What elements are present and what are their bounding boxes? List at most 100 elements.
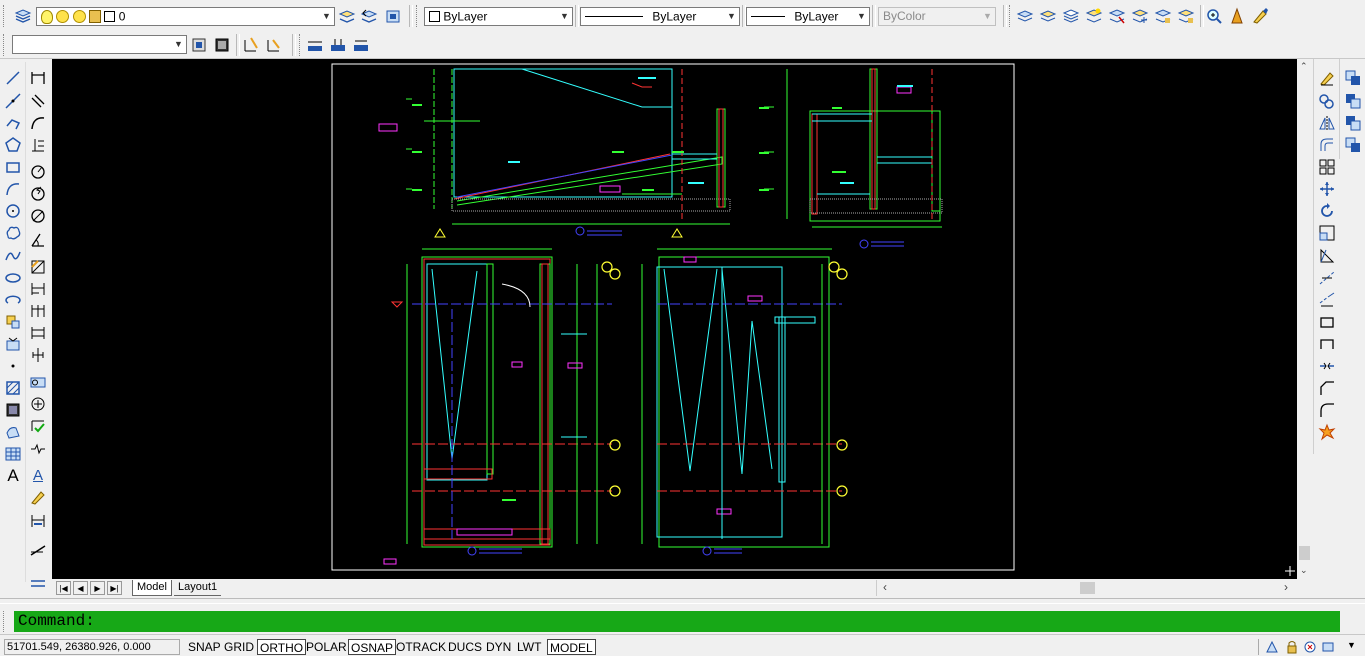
scroll-left-icon[interactable]: ‹: [883, 580, 887, 594]
command-line[interactable]: Command:: [14, 611, 1340, 632]
spline-icon[interactable]: [2, 246, 24, 266]
copy-icon[interactable]: [1316, 91, 1338, 111]
dim-angular-icon[interactable]: [27, 230, 49, 250]
dim-ordinate-icon[interactable]: [27, 135, 49, 155]
mirror-icon[interactable]: [1316, 113, 1338, 133]
layer-off-icon[interactable]: [1108, 7, 1126, 25]
make-block-icon[interactable]: [2, 334, 24, 354]
make-object-layer-current-icon[interactable]: [338, 7, 356, 25]
dyn-toggle[interactable]: DYN: [484, 639, 513, 655]
erase-icon[interactable]: [1316, 68, 1338, 88]
tab-layout1[interactable]: Layout1: [174, 580, 222, 596]
arc-icon[interactable]: [2, 179, 24, 199]
scroll-right-icon[interactable]: ›: [1284, 580, 1288, 594]
last-tab-icon[interactable]: ▶|: [107, 581, 122, 595]
sun-icon[interactable]: [72, 10, 86, 24]
dim-arc-icon[interactable]: [27, 113, 49, 133]
dim-text-edit-icon[interactable]: [27, 487, 49, 507]
lock-icon[interactable]: [89, 10, 102, 24]
layers-icon[interactable]: [14, 7, 32, 25]
stretch-icon[interactable]: [1316, 246, 1338, 266]
hatch-icon[interactable]: [2, 378, 24, 398]
osnap-toggle[interactable]: OSNAP: [348, 639, 397, 655]
point-icon[interactable]: [2, 356, 24, 376]
fillet-icon[interactable]: [1316, 400, 1338, 420]
ellipse-arc-icon[interactable]: [2, 290, 24, 310]
drawing-canvas[interactable]: [52, 59, 1297, 579]
polyline-icon[interactable]: [2, 113, 24, 133]
join-icon[interactable]: [1316, 356, 1338, 376]
bulb-icon[interactable]: [41, 9, 53, 24]
rectangle-icon[interactable]: [2, 157, 24, 177]
dim-edit-icon[interactable]: A: [27, 465, 49, 485]
center-mark-icon[interactable]: [27, 394, 49, 414]
chevron-down-icon[interactable]: ▼: [171, 36, 186, 53]
dim-break-icon[interactable]: [27, 345, 49, 365]
dim-diameter-icon[interactable]: [27, 206, 49, 226]
chevron-down-icon[interactable]: ▼: [557, 8, 572, 25]
dim-override-icon[interactable]: [27, 574, 49, 594]
ortho-toggle[interactable]: ORTHO: [257, 639, 307, 655]
block-editor-icon[interactable]: [190, 36, 208, 54]
zoom-realtime-icon[interactable]: [1205, 7, 1223, 25]
scroll-up-icon[interactable]: ⌃: [1300, 61, 1308, 72]
region-icon[interactable]: [2, 422, 24, 442]
lock-icon[interactable]: [1283, 638, 1301, 656]
tolerance-icon[interactable]: [27, 372, 49, 392]
send-to-back-icon[interactable]: [1342, 91, 1364, 111]
chevron-down-icon[interactable]: ▼: [319, 8, 334, 25]
bring-above-icon[interactable]: [1342, 113, 1364, 133]
dim-continue-icon[interactable]: [27, 301, 49, 321]
scale-icon[interactable]: [1316, 223, 1338, 243]
send-under-icon[interactable]: [1342, 135, 1364, 155]
dim-jogged-icon[interactable]: [27, 184, 49, 204]
ellipse-icon[interactable]: [2, 268, 24, 288]
dim-update-icon[interactable]: [27, 511, 49, 531]
next-tab-icon[interactable]: ▶: [90, 581, 105, 595]
clean-screen-icon[interactable]: [1319, 638, 1337, 656]
chevron-down-icon[interactable]: ▼: [1347, 640, 1356, 650]
model-toggle[interactable]: MODEL: [547, 639, 596, 655]
linetype-dropdown[interactable]: ByLayer ▼: [580, 7, 740, 26]
explode-icon[interactable]: [1316, 422, 1338, 442]
dimension-style-icon[interactable]: [329, 36, 347, 54]
inspection-icon[interactable]: [27, 416, 49, 436]
move-icon[interactable]: [1316, 179, 1338, 199]
ducs-toggle[interactable]: DUCS: [446, 639, 484, 655]
line-icon[interactable]: [2, 68, 24, 88]
layer-state-icon[interactable]: [384, 7, 402, 25]
gradient-icon[interactable]: [2, 400, 24, 420]
horizontal-scrollbar[interactable]: ‹ ›: [876, 580, 1298, 596]
dim-linear-icon[interactable]: [27, 68, 49, 88]
insert-block-icon[interactable]: [2, 312, 24, 332]
vertical-scrollbar[interactable]: ⌃ ⌄: [1297, 59, 1312, 579]
break-at-point-icon[interactable]: [1316, 334, 1338, 354]
prev-tab-icon[interactable]: ◀: [73, 581, 88, 595]
construction-line-icon[interactable]: [2, 91, 24, 111]
trim-icon[interactable]: [1316, 268, 1338, 288]
layer-dropdown[interactable]: 0 ▼: [36, 7, 335, 26]
layer-match-icon[interactable]: [1016, 7, 1034, 25]
command-grip[interactable]: [3, 611, 12, 632]
distance-icon[interactable]: [1228, 7, 1246, 25]
layer-previous-icon[interactable]: [360, 7, 378, 25]
dim-radius-icon[interactable]: [27, 162, 49, 182]
table-icon[interactable]: [2, 444, 24, 464]
revision-cloud-icon[interactable]: [2, 223, 24, 243]
table-style-icon[interactable]: [352, 36, 370, 54]
lineweight-dropdown[interactable]: ByLayer ▼: [746, 7, 870, 26]
otrack-toggle[interactable]: OTRACK: [394, 639, 448, 655]
break-icon[interactable]: [1316, 312, 1338, 332]
chamfer-icon[interactable]: [1316, 378, 1338, 398]
layer-lock-icon[interactable]: [1154, 7, 1172, 25]
coordinate-readout[interactable]: 51701.549, 26380.926, 0.000: [4, 639, 180, 655]
annotation-scale-icon[interactable]: [1263, 638, 1281, 656]
first-tab-icon[interactable]: |◀: [56, 581, 71, 595]
layer-isolate-icon[interactable]: [1062, 7, 1080, 25]
dim-aligned-icon[interactable]: [27, 91, 49, 111]
dim-baseline-icon[interactable]: [27, 279, 49, 299]
block-icon[interactable]: [213, 36, 231, 54]
color-dropdown[interactable]: ByLayer ▼: [424, 7, 573, 26]
chevron-down-icon[interactable]: ▼: [724, 8, 739, 25]
jogged-linear-icon[interactable]: [27, 438, 49, 458]
